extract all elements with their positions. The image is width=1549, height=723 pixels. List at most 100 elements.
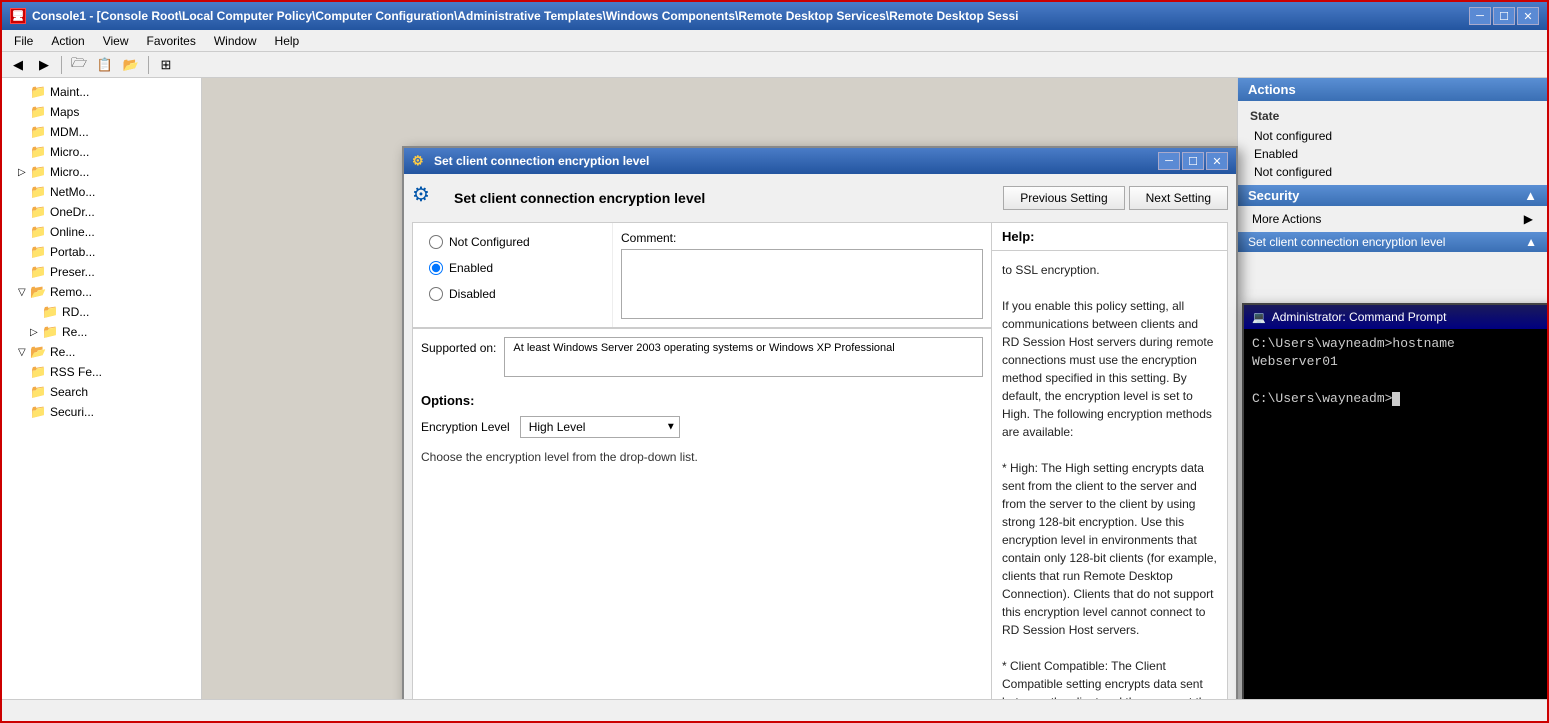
radio-not-configured[interactable]: Not Configured [429,235,596,249]
tree-item-rssfe[interactable]: 📁 RSS Fe... [2,362,201,382]
close-button[interactable]: ✕ [1517,7,1539,25]
radio-enabled[interactable]: Enabled [429,261,596,275]
cmd-icon: 💻 [1252,311,1266,324]
options-section: Options: Encryption Level Client Compati… [413,385,991,699]
tree-item-preser[interactable]: 📁 Preser... [2,262,201,282]
options-desc: Choose the encryption level from the dro… [421,450,983,464]
cmd-content: C:\Users\wayneadm>hostname Webserver01 C… [1244,329,1547,699]
tree-item-onedr[interactable]: 📁 OneDr... [2,202,201,222]
tree-label: OneDr... [50,205,95,219]
folder-button[interactable]: 📂 [119,54,143,76]
tree-item-re2[interactable]: ▽ 📂 Re... [2,342,201,362]
toolbar-separator-1 [61,56,62,74]
title-bar: 🖥 Console1 - [Console Root\Local Compute… [2,2,1547,30]
encryption-row: Encryption Level Client Compatible High … [421,416,983,438]
tree-label: Remo... [50,285,92,299]
actions-state: State Not configured Enabled Not configu… [1238,101,1547,185]
restore-button[interactable]: ☐ [1493,7,1515,25]
dialog-maximize-button[interactable]: ☐ [1182,152,1204,170]
tree-item-re1[interactable]: ▷ 📁 Re... [2,322,201,342]
tree-item-maint[interactable]: 📁 Maint... [2,82,201,102]
radio-disabled[interactable]: Disabled [429,287,596,301]
folder-icon: 📁 [30,84,46,100]
cmd-line-1: C:\Users\wayneadm>hostname [1252,335,1547,353]
folder-icon: 📁 [30,244,46,260]
dialog-title-bar: ⚙ Set client connection encryption level… [404,148,1236,174]
security-section-header[interactable]: Security ▲ [1238,185,1547,206]
dialog-right-panel: Help: to SSL encryption. If you enable t… [992,222,1228,699]
tree-item-mdm[interactable]: 📁 MDM... [2,122,201,142]
dialog-icon: ⚙ [412,153,428,169]
tree-label: Micro... [50,145,89,159]
more-actions-label: More Actions [1252,212,1321,226]
tree-item-remo[interactable]: ▽ 📂 Remo... [2,282,201,302]
comment-textarea[interactable] [621,249,983,319]
tree-label: Search [50,385,88,399]
state-not-configured-2: Not configured [1238,163,1547,181]
back-button[interactable]: ◀ [6,54,30,76]
mmc-window: 🖥 Console1 - [Console Root\Local Compute… [0,0,1549,723]
folder-icon: 📁 [30,384,46,400]
radio-disabled-label: Disabled [449,287,496,301]
tree-label: Re... [50,345,75,359]
dialog-close-button[interactable]: ✕ [1206,152,1228,170]
state-not-configured-1: Not configured [1238,127,1547,145]
show-hide-button[interactable]: 📋 [93,54,117,76]
dialog-minimize-button[interactable]: ─ [1158,152,1180,170]
minimize-button[interactable]: ─ [1469,7,1491,25]
tree-item-search[interactable]: 📁 Search [2,382,201,402]
folder-icon: 📁 [30,164,46,180]
help-text-p4: * Client Compatible: The Client Compatib… [1002,657,1217,699]
more-actions-item[interactable]: More Actions ▶ [1248,210,1537,228]
settings-dialog: ⚙ Set client connection encryption level… [402,146,1238,699]
folder-icon: 📁 [30,204,46,220]
chevron-right-icon: ▶ [1524,212,1533,226]
menu-bar: File Action View Favorites Window Help [2,30,1547,52]
tree-item-portab[interactable]: 📁 Portab... [2,242,201,262]
dialog-body: Not Configured Enabled Disabled [412,222,1228,699]
menu-window[interactable]: Window [206,32,265,50]
tree-item-maps[interactable]: 📁 Maps [2,102,201,122]
toolbar-separator-2 [148,56,149,74]
encryption-select[interactable]: Client Compatible High Level FIPS Compli… [520,416,680,438]
menu-help[interactable]: Help [267,32,308,50]
folder-icon: 📁 [30,184,46,200]
menu-file[interactable]: File [6,32,41,50]
expand-icon[interactable]: ▽ [18,287,30,298]
expand-icon[interactable]: ▷ [30,327,42,338]
main-content: 📁 Maint... 📁 Maps 📁 MDM... 📁 Micro... ▷ … [2,78,1547,699]
folder-icon: 📂 [30,344,46,360]
next-setting-button[interactable]: Next Setting [1129,186,1228,210]
tree-item-netmo[interactable]: 📁 NetMo... [2,182,201,202]
cmd-line-2: Webserver01 [1252,353,1547,371]
tree-item-micro1[interactable]: 📁 Micro... [2,142,201,162]
view-button[interactable]: ⊞ [154,54,178,76]
expand-icon[interactable]: ▽ [18,347,30,358]
radio-section: Not Configured Enabled Disabled [413,223,613,327]
tree-item-online[interactable]: 📁 Online... [2,222,201,242]
folder-icon: 📁 [30,104,46,120]
tree-label: Maps [50,105,79,119]
tree-item-micro2[interactable]: ▷ 📁 Micro... [2,162,201,182]
security-chevron-up-icon: ▲ [1524,188,1537,203]
comment-label: Comment: [621,231,983,245]
tree-label: Maint... [50,85,89,99]
state-enabled: Enabled [1238,145,1547,163]
tree-item-rd[interactable]: 📁 RD... [2,302,201,322]
forward-button[interactable]: ▶ [32,54,56,76]
tree-item-securi[interactable]: 📁 Securi... [2,402,201,422]
radio-disabled-input[interactable] [429,287,443,301]
menu-view[interactable]: View [95,32,137,50]
set-encryption-header[interactable]: Set client connection encryption level ▲ [1238,232,1547,252]
previous-setting-button[interactable]: Previous Setting [1003,186,1124,210]
menu-favorites[interactable]: Favorites [139,32,204,50]
up-button[interactable]: 🗁 [67,54,91,76]
options-label: Options: [421,393,983,408]
tree-label: RSS Fe... [50,365,102,379]
radio-enabled-input[interactable] [429,261,443,275]
menu-action[interactable]: Action [43,32,92,50]
dialog-nav-buttons: Previous Setting Next Setting [1003,186,1228,210]
expand-icon[interactable]: ▷ [18,167,30,178]
radio-not-configured-input[interactable] [429,235,443,249]
help-text-p1: to SSL encryption. [1002,261,1217,279]
